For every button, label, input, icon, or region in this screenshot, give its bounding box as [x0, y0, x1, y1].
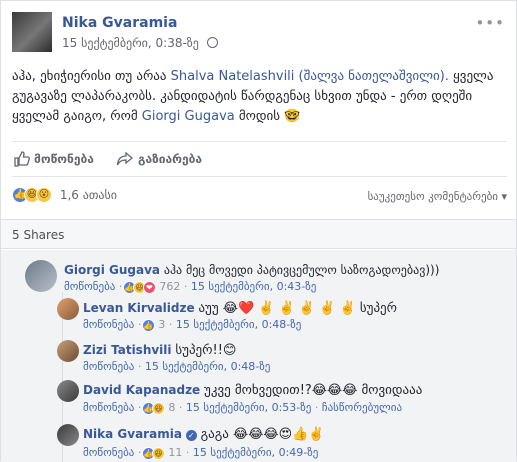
like-button[interactable]: მოწონება: [14, 151, 94, 167]
wow-reaction-icon: 😮: [36, 187, 52, 203]
reply: David Kapanadze უკვე მოხვედით!?😂😂😂 მოვიდ…: [1, 376, 516, 418]
edited-link[interactable]: ჩასწორებულია: [322, 401, 402, 414]
comment-reactions[interactable]: 👍😆 ❤: [122, 280, 156, 294]
comment-time[interactable]: 15 სექტემბერი, 0:49-ზე: [193, 446, 318, 459]
comment-body: სუპერ!!😊: [175, 343, 237, 358]
comment-text: Giorgi Gugava აჰა მეც მოვედი პატივცემულო…: [64, 262, 439, 278]
comment-reactions[interactable]: 👍😆: [141, 401, 165, 415]
comment-like-link[interactable]: მოწონება: [64, 280, 115, 293]
post-card: Nika Gvaramia 15 სექტემბერი, 0:38-ზე •••…: [0, 0, 517, 462]
reply: Nika Gvaramia ✓ გაგა 😂😂😂😍👍✌️ მოწონება · …: [1, 420, 516, 462]
share-label: გაზიარება: [138, 152, 203, 166]
commenter-avatar[interactable]: [25, 260, 57, 292]
thumbs-up-icon: [14, 151, 30, 167]
comments-section: Giorgi Gugava აჰა მეც მოვედი პატივცემულო…: [1, 250, 516, 462]
reactions-summary[interactable]: 👍😆 😮 1,6 ათასი საუკეთესო კომენტარები ▾: [12, 187, 507, 209]
post-timestamp[interactable]: 15 სექტემბერი, 0:38-ზე: [62, 36, 199, 50]
comment-like-link[interactable]: მოწონება: [83, 360, 134, 373]
comment-time[interactable]: 15 სექტემბერი, 0:48-ზე: [176, 318, 301, 331]
comment-like-link[interactable]: მოწონება: [83, 318, 134, 331]
comment-text: Levan Kirvalidze აუუ 😂❤️ ✌️ ✌️ ✌️ ✌️ ✌️ …: [83, 300, 397, 317]
comment-time[interactable]: 15 სექტემბერი, 0:48-ზე: [145, 360, 270, 373]
post-header: Nika Gvaramia 15 სექტემბერი, 0:38-ზე •••: [12, 12, 507, 56]
comment-text: Zizi Tatishvili სუპერ!!😊: [83, 342, 236, 359]
comment-like-link[interactable]: მოწონება: [83, 401, 134, 414]
post-actions: მოწონება გაზიარება: [12, 141, 507, 177]
comment-body: გაგა 😂😂😂😍👍✌️: [200, 427, 325, 442]
comment-reaction-count: 11: [168, 446, 183, 459]
verified-badge-icon: ✓: [185, 430, 197, 441]
post-text-part: მოდის 🤓: [234, 109, 301, 124]
comment-meta: მოწონება · 👍😆 8 · 15 სექტემბერი, 0:53-ზე…: [83, 401, 403, 415]
mention-giorgi[interactable]: Giorgi Gugava: [142, 109, 235, 124]
comment-author[interactable]: Levan Kirvalidze: [83, 301, 195, 315]
comment-author[interactable]: David Kapanadze: [83, 383, 200, 397]
comment-body: უკვე მოხვედით!?😂😂😂 მოვიდააა: [204, 383, 423, 398]
like-label: მოწონება: [34, 152, 94, 166]
comment-reaction-count: 8: [168, 401, 176, 414]
comment-author[interactable]: Nika Gvaramia: [83, 427, 182, 441]
reaction-count[interactable]: 1,6 ათასი: [60, 188, 117, 202]
comment-author[interactable]: Zizi Tatishvili: [83, 343, 172, 357]
comment-time[interactable]: 15 სექტემბერი, 0:43-ზე: [191, 280, 316, 293]
more-options-icon[interactable]: •••: [475, 14, 505, 32]
comment-body: აჰა მეც მოვედი პატივცემულო საზოგადოებავ)…: [163, 263, 440, 277]
commenter-avatar[interactable]: [57, 380, 79, 402]
comment-reactions[interactable]: 👍😆: [141, 446, 165, 460]
comment-body: აუუ 😂❤️ ✌️ ✌️ ✌️ ✌️ ✌️ სუპერ: [198, 301, 398, 316]
commenter-avatar[interactable]: [57, 298, 79, 320]
post-text-part: აჰა, ეხიჭიერისი თუ არაა: [12, 69, 171, 84]
shares-count[interactable]: 5 Shares: [1, 219, 516, 249]
comment: Giorgi Gugava აჰა მეც მოვედი პატივცემულო…: [1, 250, 516, 294]
comment-text: David Kapanadze უკვე მოხვედით!?😂😂😂 მოვიდ…: [83, 382, 422, 399]
comment-like-link[interactable]: მოწონება: [83, 446, 134, 459]
post-author[interactable]: Nika Gvaramia: [62, 15, 177, 31]
comment-time[interactable]: 15 სექტემბერი, 0:53-ზე: [186, 401, 311, 414]
comment-meta: მოწონება · 👍😆 ❤ 762 · 15 სექტემბერი, 0:43…: [64, 280, 317, 294]
post-text: აჰა, ეხიჭიერისი თუ არაა Shalva Natelashv…: [12, 67, 507, 127]
comment-reactions[interactable]: 👍: [141, 318, 155, 332]
share-arrow-icon: [116, 151, 134, 166]
comment-reaction-count: 762: [159, 280, 181, 293]
comment-meta: მოწონება · 👍😆 11 · 15 სექტემბერი, 0:49-ზ…: [83, 446, 319, 460]
comment-meta: მოწონება · 15 სექტემბერი, 0:48-ზე: [83, 360, 271, 373]
reply: Levan Kirvalidze აუუ 😂❤️ ✌️ ✌️ ✌️ ✌️ ✌️ …: [1, 296, 516, 336]
reply: Zizi Tatishvili სუპერ!!😊 მოწონება · 15 ს…: [1, 336, 516, 376]
share-button[interactable]: გაზიარება: [116, 151, 202, 167]
post-meta: 15 სექტემბერი, 0:38-ზე: [62, 36, 218, 50]
commenter-avatar[interactable]: [57, 424, 79, 446]
author-avatar[interactable]: [12, 12, 52, 52]
comment-text: Nika Gvaramia ✓ გაგა 😂😂😂😍👍✌️: [83, 426, 325, 443]
commenter-avatar[interactable]: [57, 340, 79, 362]
comment-sort-dropdown[interactable]: საუკეთესო კომენტარები ▾: [368, 190, 507, 203]
comment-meta: მოწონება · 👍 3 · 15 სექტემბერი, 0:48-ზე: [83, 318, 302, 332]
globe-icon: [206, 37, 218, 48]
comment-author[interactable]: Giorgi Gugava: [64, 263, 160, 277]
mention-shalva[interactable]: Shalva Natelashvili (შალვა ნათელაშვილი).: [171, 69, 449, 84]
comment-reaction-count: 3: [158, 318, 166, 331]
